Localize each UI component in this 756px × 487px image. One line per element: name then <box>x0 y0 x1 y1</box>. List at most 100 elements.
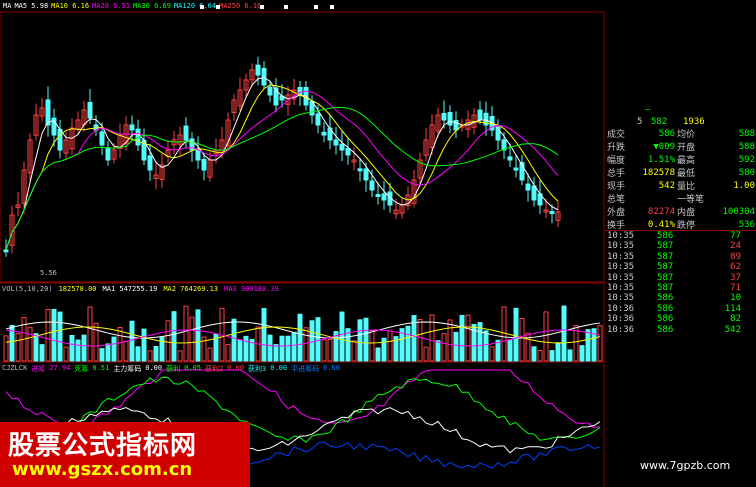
quote-value2: 536 <box>738 219 755 230</box>
tick-price: 586 <box>657 231 674 241</box>
volume-bar <box>231 318 237 362</box>
quote-row: 幅度 1.51% 最高 592 <box>605 153 756 167</box>
volume-bar <box>561 305 567 362</box>
tick-price: 587 <box>657 241 674 252</box>
volume-bar <box>483 330 489 362</box>
marker <box>284 5 288 9</box>
quote-key: 升跌 <box>607 143 626 153</box>
candle-body <box>525 183 531 191</box>
volume-bar <box>507 339 513 362</box>
low-price-label: 5.56 <box>40 269 57 277</box>
volume-bar <box>39 344 45 362</box>
tick-volume: 114 <box>724 303 741 314</box>
quote-key: 总手 <box>607 169 626 179</box>
volume-bar <box>351 340 357 362</box>
volume-bar <box>177 350 183 362</box>
volume-bar <box>585 329 591 362</box>
volume-bar <box>447 319 453 362</box>
quote-key: 外盘 <box>607 208 626 218</box>
candle-body <box>345 147 351 156</box>
volume-bar <box>153 346 159 362</box>
volume-bar <box>117 327 123 362</box>
tick-time: 10:35 <box>607 262 635 273</box>
tick-price: 587 <box>657 283 674 293</box>
volume-bar <box>33 333 39 362</box>
quote-key: 幅度 <box>607 156 626 166</box>
watermark-site: www.7gpzb.com <box>640 459 731 472</box>
volume-bar <box>279 335 285 362</box>
volume-bar <box>375 347 381 362</box>
quote-value2: 580 <box>738 167 755 178</box>
volume-bar <box>339 311 345 362</box>
volume-bar <box>303 327 309 362</box>
volume-bar <box>45 308 51 362</box>
volume-bar <box>189 316 195 362</box>
volume-bar <box>273 344 279 362</box>
volume-bar <box>135 346 141 362</box>
volume-bar <box>567 349 573 362</box>
volume-bar <box>489 346 495 362</box>
stock-chart[interactable] <box>0 0 605 487</box>
quote-value: 0.41% <box>647 219 675 230</box>
candle-body <box>255 64 261 76</box>
volume-bar <box>405 325 411 362</box>
candle-body <box>531 185 537 201</box>
tick-price: 587 <box>657 262 674 273</box>
candle-body <box>549 211 555 215</box>
candle-body <box>513 167 519 171</box>
volume-bar <box>423 346 429 362</box>
quote-value: 182578 <box>642 167 675 178</box>
indicator-legend-bar: CJZLCK 进筹 27.94 死筹 0.51 主力筹码 0.00 获利 0.0… <box>2 364 340 374</box>
tick-volume: 24 <box>730 241 741 252</box>
volume-bar <box>537 349 543 362</box>
ind-name: CJZLCK <box>2 364 28 372</box>
vol-value: 182578.00 <box>58 285 97 293</box>
tick-volume: 89 <box>730 251 741 262</box>
volume-bar <box>579 345 585 362</box>
vol-title: VOL(5,10,20) <box>2 285 53 293</box>
candle-body <box>507 156 513 161</box>
tick-time: 10:35 <box>607 293 635 304</box>
volume-bar <box>465 314 471 362</box>
ind-f-label: 获利3 <box>248 365 267 373</box>
tick-time: 10:36 <box>607 303 635 314</box>
candle-body <box>147 155 153 171</box>
volume-bar <box>147 350 153 362</box>
ind-b-label: 死筹 <box>74 365 89 373</box>
tick-price: 586 <box>657 324 674 335</box>
tick-time: 10:36 <box>607 314 635 325</box>
quote-value: ▼009 <box>653 141 675 152</box>
marker <box>330 5 334 9</box>
tick-volume: 37 <box>730 272 741 283</box>
quote-partial-row: — <box>605 105 756 115</box>
ind-a-value: 27.94 <box>49 364 71 372</box>
ind-f-value: 0.00 <box>270 364 288 372</box>
volume-bar <box>171 311 177 362</box>
volume-bar <box>357 319 363 362</box>
ind-a-label: 进筹 <box>31 365 46 373</box>
quote-key2: 内盘 <box>677 208 696 218</box>
tick-time: 10:35 <box>607 272 635 283</box>
volume-bar <box>531 346 537 362</box>
quote-level-label: 5 <box>637 116 643 127</box>
quote-value2: 588 <box>738 128 755 139</box>
tick-time: 10:35 <box>607 283 635 293</box>
volume-bar <box>555 342 561 362</box>
volume-bar <box>165 320 171 362</box>
vol-ma1: MA1 547255.19 <box>102 285 158 293</box>
candle-body <box>3 249 9 253</box>
volume-bar <box>453 331 459 362</box>
ind-d-value: 0.05 <box>184 364 201 372</box>
quote-value2: 592 <box>738 154 755 165</box>
marker <box>216 5 220 9</box>
volume-bar <box>519 317 525 362</box>
volume-bar <box>87 306 93 362</box>
volume-bar <box>435 340 441 362</box>
volume-bar <box>261 308 267 362</box>
tick-volume: 82 <box>730 314 741 325</box>
candle-body <box>477 109 483 121</box>
volume-bar <box>417 318 423 362</box>
volume-bar <box>27 326 33 362</box>
volume-bar <box>3 335 9 362</box>
candle-body <box>57 128 63 151</box>
